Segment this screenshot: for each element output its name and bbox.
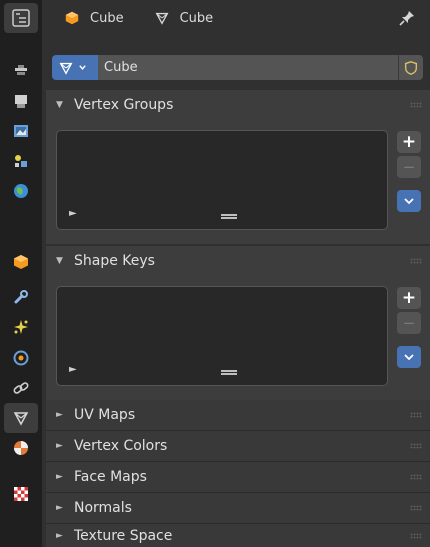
panel-uv-maps-header[interactable]: ► UV Maps <box>46 400 430 430</box>
mesh-browse-button[interactable] <box>52 55 98 80</box>
tool-icon <box>15 65 27 75</box>
minus-icon: − <box>402 314 416 332</box>
tab-physics[interactable] <box>4 343 38 373</box>
breadcrumb-object: Cube <box>64 10 124 26</box>
drag-grip-icon[interactable] <box>410 412 422 418</box>
output-icon <box>14 125 28 137</box>
filter-toggle-icon[interactable]: ► <box>69 208 77 219</box>
expand-arrow-icon: ► <box>56 503 63 513</box>
drag-grip-icon[interactable] <box>410 443 422 449</box>
object-name: Cube <box>90 10 124 26</box>
texture-icon <box>14 487 28 501</box>
physics-icon <box>13 350 29 366</box>
panel-title: UV Maps <box>74 407 136 423</box>
list-resize-handle[interactable] <box>221 214 237 219</box>
minus-icon: − <box>402 158 416 176</box>
panel-title: Normals <box>74 500 132 516</box>
panel-shape-keys-body: ► + − <box>46 276 430 400</box>
panel-shape-keys-header[interactable]: ▼ Shape Keys <box>46 246 430 276</box>
filter-toggle-icon[interactable]: ► <box>69 364 77 375</box>
breadcrumb-mesh: Cube <box>154 10 214 26</box>
tab-constraints[interactable] <box>4 373 38 403</box>
outliner-icon <box>12 9 30 27</box>
panel-vertex-colors-header[interactable]: ► Vertex Colors <box>46 431 430 461</box>
drag-grip-icon[interactable] <box>410 102 422 108</box>
expand-arrow-icon: ▼ <box>56 100 63 110</box>
fake-user-button[interactable] <box>398 55 423 80</box>
expand-arrow-icon: ► <box>56 530 63 541</box>
tab-world[interactable] <box>4 176 38 206</box>
remove-vertex-group-button[interactable]: − <box>397 156 421 178</box>
properties-tab-bar <box>0 0 42 547</box>
panel-title: Texture Space <box>74 527 173 544</box>
object-icon <box>65 11 79 25</box>
view-layer-icon <box>15 155 27 167</box>
tab-modifiers[interactable] <box>4 282 38 312</box>
tab-material[interactable] <box>4 433 38 463</box>
expand-arrow-icon: ▼ <box>56 256 63 266</box>
panel-title: Shape Keys <box>74 253 155 269</box>
tab-texture[interactable] <box>4 479 38 509</box>
render-icon <box>15 95 27 108</box>
expand-arrow-icon: ► <box>56 441 63 451</box>
mesh-data-icon <box>155 12 169 25</box>
mesh-name-field[interactable]: Cube <box>98 55 398 80</box>
panel-vertex-groups-header[interactable]: ▼ Vertex Groups <box>46 90 430 120</box>
chevron-down-icon <box>79 65 86 70</box>
drag-grip-icon[interactable] <box>410 258 422 264</box>
material-icon <box>14 441 28 455</box>
plus-icon: + <box>401 288 417 308</box>
expand-arrow-icon: ► <box>56 472 63 482</box>
properties-header: Cube Cube <box>42 0 430 36</box>
plus-icon: + <box>401 132 417 152</box>
vertex-groups-list[interactable]: ► <box>56 130 388 230</box>
panel-face-maps-header[interactable]: ► Face Maps <box>46 462 430 492</box>
object-icon <box>14 255 28 269</box>
world-icon <box>14 184 28 198</box>
drag-grip-icon[interactable] <box>410 505 422 511</box>
panel-title: Face Maps <box>74 469 147 485</box>
mesh-data-icon <box>59 62 73 75</box>
mesh-name: Cube <box>179 10 214 26</box>
remove-shape-key-button[interactable]: − <box>397 312 421 334</box>
mesh-data-icon <box>13 412 29 426</box>
tab-view-layer[interactable] <box>4 146 38 176</box>
mesh-datablock-selector: Cube <box>52 55 423 80</box>
pin-icon[interactable] <box>398 9 416 27</box>
panel-texture-space-header[interactable]: ► Texture Space <box>46 524 430 547</box>
panel-vertex-groups-body: ► + − <box>46 120 430 244</box>
tab-object[interactable] <box>4 247 38 277</box>
shield-icon <box>404 60 418 75</box>
expand-arrow-icon: ► <box>56 410 63 420</box>
wrench-icon <box>14 290 28 304</box>
chevron-down-icon <box>404 354 414 361</box>
list-resize-handle[interactable] <box>221 370 237 375</box>
drag-grip-icon[interactable] <box>410 474 422 480</box>
panel-title: Vertex Colors <box>74 438 168 454</box>
add-shape-key-button[interactable]: + <box>397 287 421 309</box>
tab-tool[interactable] <box>4 55 38 85</box>
shape-keys-list[interactable]: ► <box>56 286 388 386</box>
tab-mesh-data[interactable] <box>4 403 38 433</box>
tab-render[interactable] <box>4 86 38 116</box>
outliner-toggle-tab[interactable] <box>4 3 38 33</box>
particles-icon <box>14 320 28 334</box>
panel-normals-header[interactable]: ► Normals <box>46 493 430 523</box>
drag-grip-icon[interactable] <box>410 533 422 539</box>
vertex-group-specials-button[interactable] <box>397 190 421 212</box>
chevron-down-icon <box>404 198 414 205</box>
constraints-icon <box>13 382 29 394</box>
add-vertex-group-button[interactable]: + <box>397 131 421 153</box>
panel-title: Vertex Groups <box>74 97 174 113</box>
tab-output[interactable] <box>4 116 38 146</box>
shape-key-specials-button[interactable] <box>397 346 421 368</box>
tab-particles[interactable] <box>4 312 38 342</box>
